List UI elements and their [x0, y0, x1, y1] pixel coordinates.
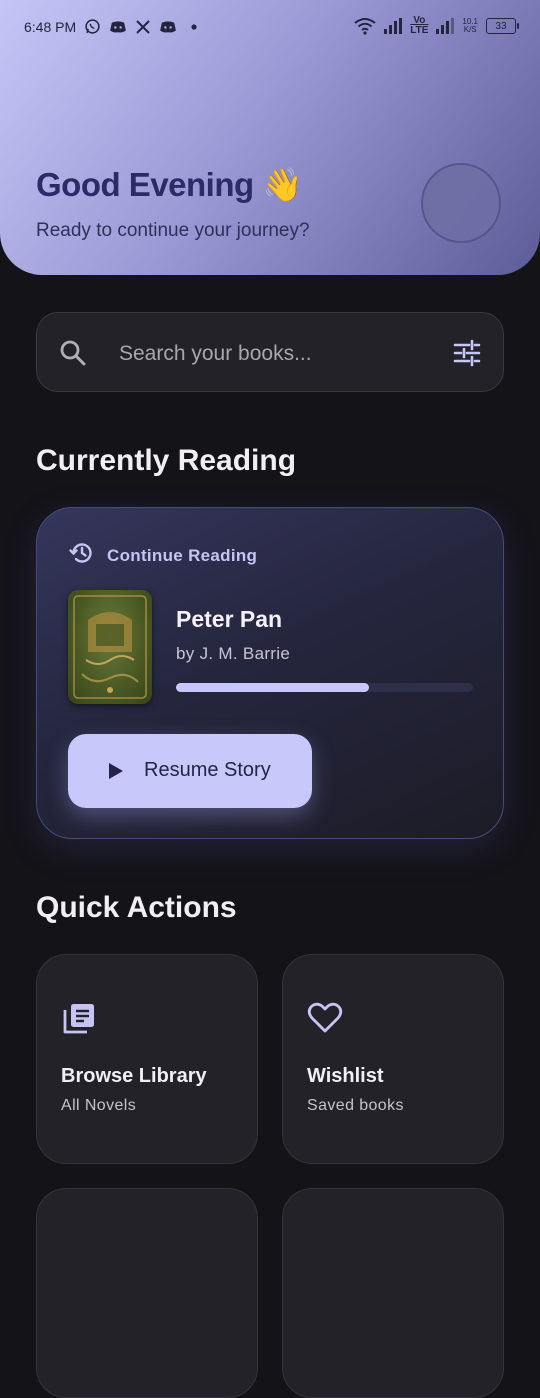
discord-icon	[159, 20, 177, 34]
whatsapp-icon	[84, 18, 101, 35]
search-bar[interactable]	[36, 312, 504, 392]
waving-hand-icon: 👋	[262, 166, 303, 203]
heart-icon	[307, 1001, 343, 1040]
resume-story-button[interactable]: Resume Story	[68, 734, 312, 808]
discord-icon	[109, 20, 127, 34]
browse-library-card[interactable]: Browse Library All Novels	[36, 954, 258, 1164]
search-input[interactable]	[117, 335, 421, 373]
history-icon	[69, 540, 95, 571]
book-title: Peter Pan	[176, 606, 283, 632]
status-time: 6:48 PM	[24, 18, 77, 35]
dot-icon	[191, 23, 197, 30]
library-books-icon	[61, 1001, 97, 1042]
currently-reading-card[interactable]: Continue Reading Peter Pan by J. M. Barr…	[36, 507, 504, 839]
quick-action-card-partial[interactable]	[36, 1188, 258, 1398]
browse-library-title: Browse Library	[61, 1065, 207, 1087]
status-right: Vo LTE 10.1 K/S 33	[354, 16, 519, 36]
play-icon	[108, 762, 124, 783]
currently-reading-title: Currently Reading	[36, 444, 297, 477]
volte-bottom: LTE	[410, 25, 429, 36]
greeting-subtitle: Ready to continue your journey?	[36, 220, 310, 241]
greeting-text: Good Evening	[36, 166, 254, 203]
search-icon	[59, 339, 87, 372]
volte-icon: Vo LTE	[410, 16, 428, 36]
battery-icon: 33	[486, 18, 519, 34]
continue-reading-label: Continue Reading	[107, 545, 258, 565]
book-author: by J. M. Barrie	[176, 644, 291, 663]
wishlist-title: Wishlist	[307, 1065, 384, 1087]
quick-action-card-partial[interactable]	[282, 1188, 504, 1398]
signal-icon	[436, 18, 455, 34]
network-speed: 10.1 K/S	[462, 18, 478, 34]
avatar[interactable]	[421, 163, 501, 243]
battery-level: 33	[495, 20, 507, 32]
continue-reading-row: Continue Reading	[69, 540, 257, 571]
status-left: 6:48 PM	[24, 18, 197, 35]
book-cover[interactable]	[68, 590, 152, 704]
browse-library-subtitle: All Novels	[61, 1097, 137, 1114]
reading-progress-fill	[176, 683, 370, 692]
signal-icon	[384, 18, 403, 34]
speed-unit: K/S	[463, 25, 477, 34]
filter-tune-icon[interactable]	[453, 339, 481, 372]
resume-story-label: Resume Story	[144, 759, 271, 781]
status-bar: 6:48 PM Vo LTE 10.1 K/S 33	[0, 0, 540, 56]
reading-progress-bar	[176, 683, 473, 692]
wishlist-card[interactable]: Wishlist Saved books	[282, 954, 504, 1164]
header: 6:48 PM Vo LTE 10.1 K/S 33 Good Evening …	[0, 0, 540, 275]
quick-actions-title: Quick Actions	[36, 891, 237, 924]
greeting-heading: Good Evening 👋	[36, 166, 303, 205]
x-icon	[135, 19, 151, 35]
wifi-icon	[354, 17, 376, 35]
wishlist-subtitle: Saved books	[307, 1097, 404, 1114]
